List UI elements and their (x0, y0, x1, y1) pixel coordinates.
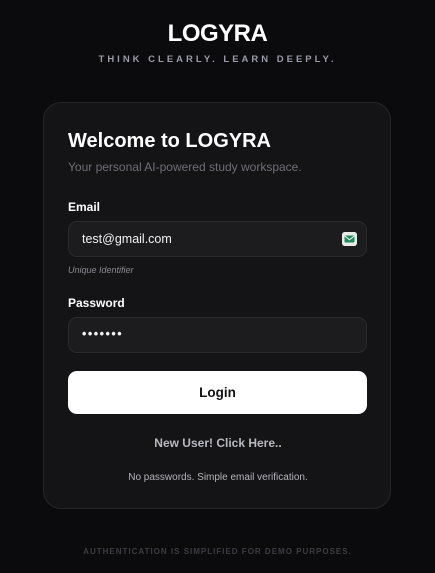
brand-tagline: THINK CLEARLY. LEARN DEEPLY. (98, 54, 337, 65)
password-label: Password (68, 296, 125, 310)
login-card: Welcome to LOGYRA Your personal AI-power… (43, 102, 391, 509)
email-hint: Unique Identifier (68, 265, 134, 275)
login-page: LOGYRA THINK CLEARLY. LEARN DEEPLY. Welc… (0, 0, 435, 573)
new-user-link[interactable]: New User! Click Here.. (44, 436, 392, 450)
password-field[interactable]: ••••••• (68, 317, 367, 353)
email-field[interactable]: test@gmail.com (68, 221, 367, 257)
card-subtitle: Your personal AI-powered study workspace… (68, 160, 302, 174)
mail-icon (342, 232, 357, 246)
login-button[interactable]: Login (68, 371, 367, 414)
email-value: test@gmail.com (82, 232, 172, 246)
brand-logo: LOGYRA (167, 20, 268, 47)
footer-disclaimer: AUTHENTICATION IS SIMPLIFIED FOR DEMO PU… (83, 547, 352, 556)
password-value: ••••••• (82, 327, 124, 341)
email-label: Email (68, 200, 101, 214)
verification-note: No passwords. Simple email verification. (128, 472, 308, 483)
card-title: Welcome to LOGYRA (68, 130, 271, 152)
